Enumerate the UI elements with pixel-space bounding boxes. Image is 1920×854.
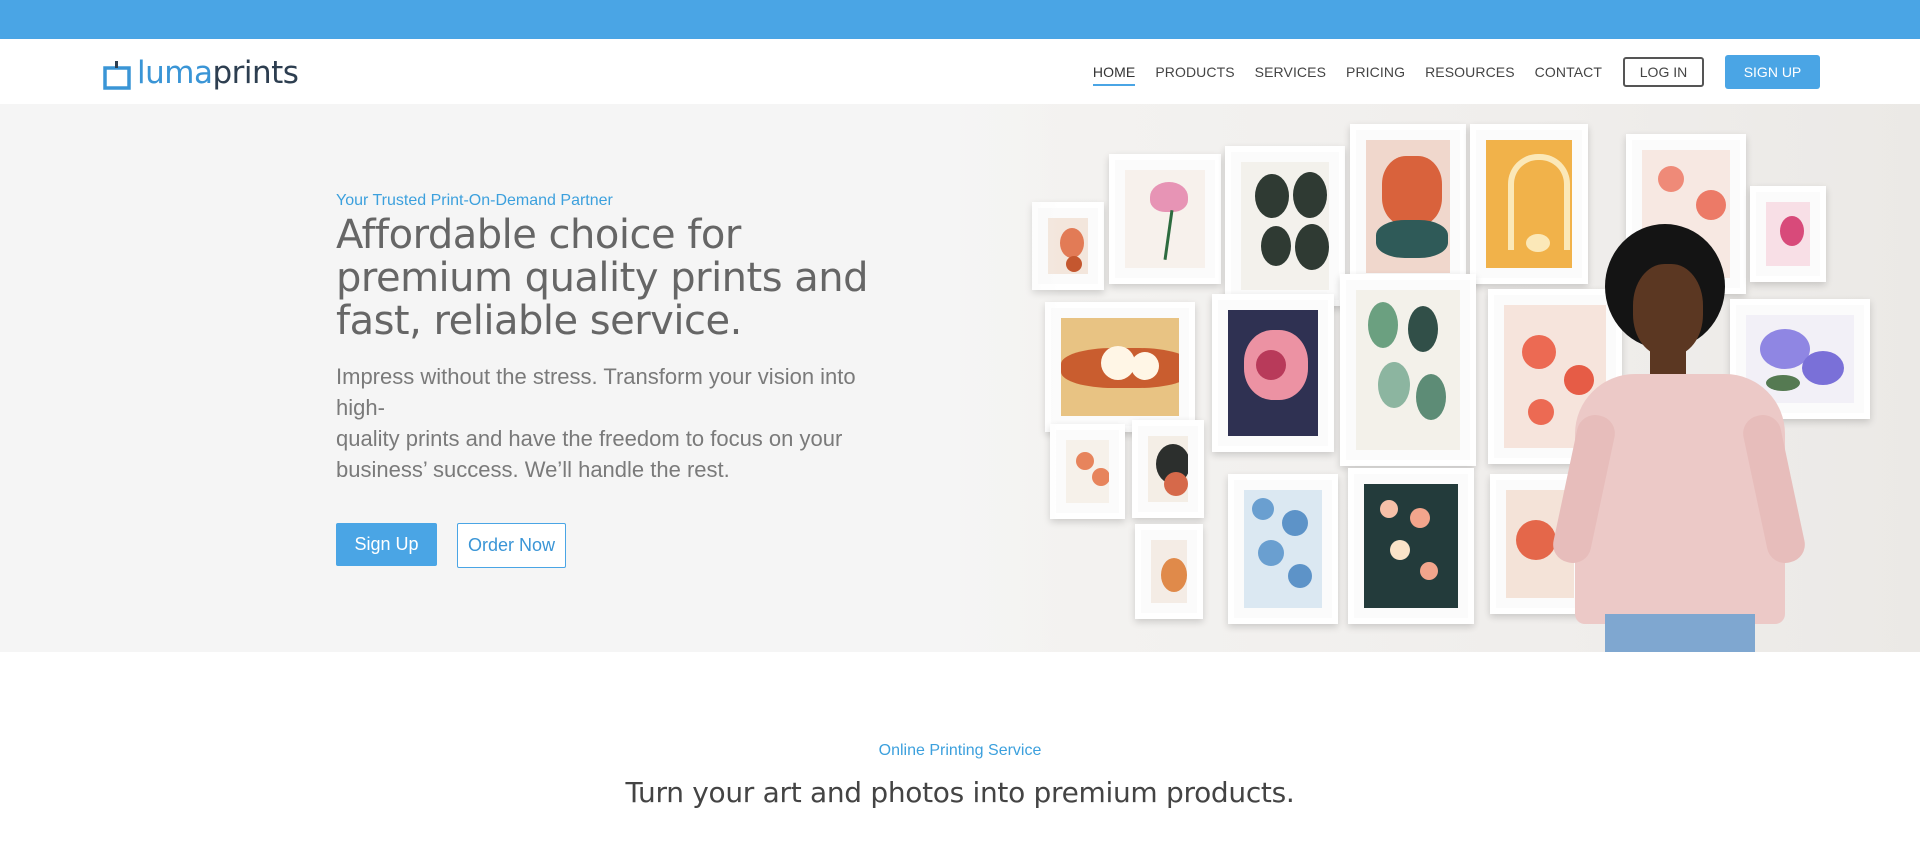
nav-item-pricing[interactable]: PRICING: [1346, 58, 1405, 86]
art-frame: [1132, 420, 1204, 518]
tv-logo-icon: [103, 61, 131, 90]
signup-nav-button[interactable]: SIGN UP: [1725, 55, 1820, 89]
logo-wordmark: lumaprints: [137, 55, 299, 91]
main-navigation: lumaprints HOME PRODUCTS SERVICES PRICIN…: [0, 39, 1920, 104]
signup-hero-button[interactable]: Sign Up: [336, 523, 437, 566]
art-frame: [1045, 302, 1195, 432]
login-button[interactable]: LOG IN: [1623, 57, 1704, 87]
art-frame: [1340, 274, 1476, 466]
lumaprints-logo[interactable]: lumaprints: [103, 51, 299, 91]
hero-image-fade: [940, 104, 1060, 652]
art-frame: [1225, 146, 1345, 306]
top-announcement-bar: [0, 0, 1920, 39]
nav-item-contact[interactable]: CONTACT: [1535, 58, 1602, 86]
art-frame: [1228, 474, 1338, 624]
subtext-line: Impress without the stress. Transform yo…: [336, 364, 856, 420]
hero-subtext: Impress without the stress. Transform yo…: [336, 361, 896, 485]
hero-headline: Affordable choice for premium quality pr…: [336, 214, 896, 343]
order-now-button[interactable]: Order Now: [457, 523, 566, 568]
hero-copy: Your Trusted Print-On-Demand Partner Aff…: [336, 192, 896, 568]
headline-line: fast, reliable service.: [336, 298, 742, 344]
logo-prints: prints: [212, 55, 299, 91]
nav-item-products[interactable]: PRODUCTS: [1155, 58, 1234, 86]
nav-item-services[interactable]: SERVICES: [1255, 58, 1326, 86]
nav-item-resources[interactable]: RESOURCES: [1425, 58, 1515, 86]
hero-section: Your Trusted Print-On-Demand Partner Aff…: [0, 104, 1920, 652]
art-frame: [1135, 524, 1203, 619]
online-printing-section: Online Printing Service Turn your art an…: [0, 742, 1920, 809]
section-eyebrow: Online Printing Service: [878, 742, 1042, 759]
woman-figure: [1549, 224, 1825, 652]
art-frame: [1109, 154, 1221, 284]
subtext-line: business’ success. We’ll handle the rest…: [336, 457, 730, 482]
art-frame: [1212, 294, 1334, 452]
art-frame: [1350, 124, 1466, 289]
headline-line: Affordable choice for: [336, 212, 741, 258]
hero-eyebrow: Your Trusted Print-On-Demand Partner: [336, 192, 613, 209]
subtext-line: quality prints and have the freedom to f…: [336, 426, 843, 451]
nav-links: HOME PRODUCTS SERVICES PRICING RESOURCES…: [1073, 55, 1820, 89]
hero-buttons: Sign Up Order Now: [336, 523, 896, 568]
hero-image: [960, 104, 1920, 652]
art-frame: [1348, 468, 1474, 624]
nav-item-home[interactable]: HOME: [1092, 58, 1136, 86]
headline-line: premium quality prints and: [336, 255, 869, 301]
logo-luma: luma: [137, 55, 213, 91]
section-title: Turn your art and photos into premium pr…: [625, 776, 1295, 809]
art-frame: [1050, 424, 1125, 519]
